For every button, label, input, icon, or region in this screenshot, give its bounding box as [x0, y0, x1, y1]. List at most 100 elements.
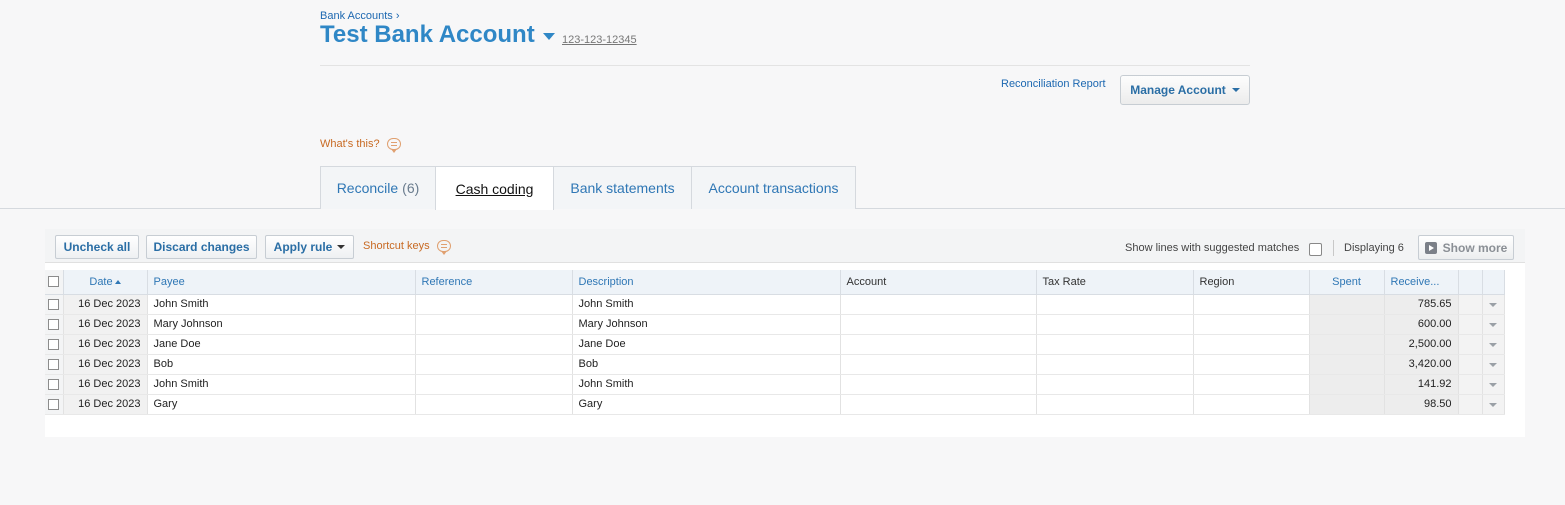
row-reference[interactable]	[415, 394, 573, 415]
row-tax-rate[interactable]	[1036, 294, 1194, 315]
select-all-checkbox-cell[interactable]	[45, 270, 64, 295]
table-row[interactable]: 16 Dec 2023 John Smith John Smith 785.65	[45, 294, 1505, 315]
row-options-dropdown[interactable]	[1482, 294, 1505, 315]
shortcut-keys-label: Shortcut keys	[363, 240, 430, 252]
table-row[interactable]: 16 Dec 2023 Jane Doe Jane Doe 2,500.00	[45, 334, 1505, 355]
row-account[interactable]	[840, 294, 1037, 315]
show-more-label: Show more	[1442, 240, 1508, 255]
row-checkbox-cell[interactable]	[45, 334, 64, 355]
chevron-down-icon	[1489, 403, 1497, 407]
apply-rule-button[interactable]: Apply rule	[265, 235, 354, 259]
column-description[interactable]: Description	[572, 270, 841, 295]
tab-bank-statements[interactable]: Bank statements	[553, 166, 692, 209]
tab-cash-coding-label: Cash coding	[455, 180, 534, 197]
row-tax-rate[interactable]	[1036, 394, 1194, 415]
tab-cash-coding[interactable]: Cash coding	[435, 166, 554, 210]
shortcut-keys-link[interactable]: Shortcut keys	[363, 240, 451, 255]
manage-account-button[interactable]: Manage Account	[1120, 75, 1250, 105]
row-checkbox[interactable]	[48, 378, 60, 390]
row-options-dropdown[interactable]	[1482, 354, 1505, 375]
reconcile-count: (6)	[402, 180, 420, 196]
row-tax-rate[interactable]	[1036, 334, 1194, 355]
column-received[interactable]: Receive...	[1384, 270, 1459, 295]
row-options-dropdown[interactable]	[1482, 394, 1505, 415]
row-tax-rate[interactable]	[1036, 354, 1194, 375]
table-row[interactable]: 16 Dec 2023 Gary Gary 98.50	[45, 394, 1505, 415]
row-payee: Jane Doe	[147, 334, 416, 355]
chevron-down-icon	[1489, 303, 1497, 307]
select-all-checkbox[interactable]	[48, 276, 60, 288]
uncheck-all-button[interactable]: Uncheck all	[55, 235, 139, 259]
chevron-down-icon	[1231, 88, 1240, 92]
row-reference[interactable]	[415, 334, 573, 355]
row-region[interactable]	[1193, 314, 1310, 335]
row-spent	[1309, 374, 1385, 395]
row-account[interactable]	[840, 334, 1037, 355]
row-description[interactable]: John Smith	[572, 294, 841, 315]
show-more-button[interactable]: Show more	[1418, 235, 1514, 260]
show-suggested-matches-checkbox[interactable]	[1309, 243, 1322, 256]
row-received: 3,420.00	[1384, 354, 1459, 375]
row-region[interactable]	[1193, 334, 1310, 355]
row-payee: Bob	[147, 354, 416, 375]
row-description[interactable]: Bob	[572, 354, 841, 375]
table-row[interactable]: 16 Dec 2023 Mary Johnson Mary Johnson 600.0…	[45, 314, 1505, 335]
row-received: 98.50	[1384, 394, 1459, 415]
row-checkbox-cell[interactable]	[45, 354, 64, 375]
row-region[interactable]	[1193, 374, 1310, 395]
tab-account-transactions[interactable]: Account transactions	[691, 166, 856, 209]
row-options-dropdown[interactable]	[1482, 334, 1505, 355]
chevron-down-icon	[337, 245, 346, 249]
row-received: 2,500.00	[1384, 334, 1459, 355]
row-reference[interactable]	[415, 294, 573, 315]
row-checkbox-cell[interactable]	[45, 294, 64, 315]
row-checkbox[interactable]	[48, 398, 60, 410]
column-spent[interactable]: Spent	[1309, 270, 1385, 295]
row-description[interactable]: Gary	[572, 394, 841, 415]
tab-reconcile[interactable]: Reconcile (6)	[320, 166, 436, 209]
table-row[interactable]: 16 Dec 2023 Bob Bob 3,420.00	[45, 354, 1505, 375]
row-date: 16 Dec 2023	[63, 314, 148, 335]
column-date[interactable]: Date	[63, 270, 148, 295]
row-description[interactable]: John Smith	[572, 374, 841, 395]
row-reference[interactable]	[415, 374, 573, 395]
row-checkbox[interactable]	[48, 298, 60, 310]
row-checkbox[interactable]	[48, 338, 60, 350]
row-account[interactable]	[840, 314, 1037, 335]
row-description[interactable]: Mary Johnson	[572, 314, 841, 335]
reconciliation-report-link[interactable]: Reconciliation Report	[1001, 78, 1106, 90]
table-header: Date Payee Reference Description Account…	[45, 270, 1505, 295]
row-region[interactable]	[1193, 354, 1310, 375]
tab-reconcile-label: Reconcile	[336, 180, 399, 196]
row-account[interactable]	[840, 354, 1037, 375]
row-tax-rate[interactable]	[1036, 314, 1194, 335]
row-checkbox[interactable]	[48, 358, 60, 370]
table-row[interactable]: 16 Dec 2023 John Smith John Smith 141.92	[45, 374, 1505, 395]
row-empty-cell	[1458, 394, 1483, 415]
row-reference[interactable]	[415, 314, 573, 335]
row-region[interactable]	[1193, 294, 1310, 315]
discard-changes-button[interactable]: Discard changes	[146, 235, 257, 259]
row-account[interactable]	[840, 394, 1037, 415]
row-description[interactable]: Jane Doe	[572, 334, 841, 355]
row-reference[interactable]	[415, 354, 573, 375]
row-checkbox-cell[interactable]	[45, 314, 64, 335]
column-reference[interactable]: Reference	[415, 270, 573, 295]
row-checkbox[interactable]	[48, 318, 60, 330]
row-checkbox-cell[interactable]	[45, 374, 64, 395]
row-region[interactable]	[1193, 394, 1310, 415]
row-spent	[1309, 294, 1385, 315]
account-title-dropdown[interactable]: Test Bank Account	[320, 21, 555, 49]
whats-this-link[interactable]: What's this?	[320, 138, 401, 153]
row-tax-rate[interactable]	[1036, 374, 1194, 395]
row-options-dropdown[interactable]	[1482, 374, 1505, 395]
row-date: 16 Dec 2023	[63, 374, 148, 395]
show-lines-label: Show lines with suggested matches	[1125, 242, 1300, 254]
tab-account-transactions-label: Account transactions	[708, 180, 839, 196]
tab-bar: Reconcile (6) Cash coding Bank statement…	[320, 166, 856, 210]
row-checkbox-cell[interactable]	[45, 394, 64, 415]
row-options-dropdown[interactable]	[1482, 314, 1505, 335]
column-extra-2	[1482, 270, 1505, 295]
column-payee[interactable]: Payee	[147, 270, 416, 295]
row-account[interactable]	[840, 374, 1037, 395]
